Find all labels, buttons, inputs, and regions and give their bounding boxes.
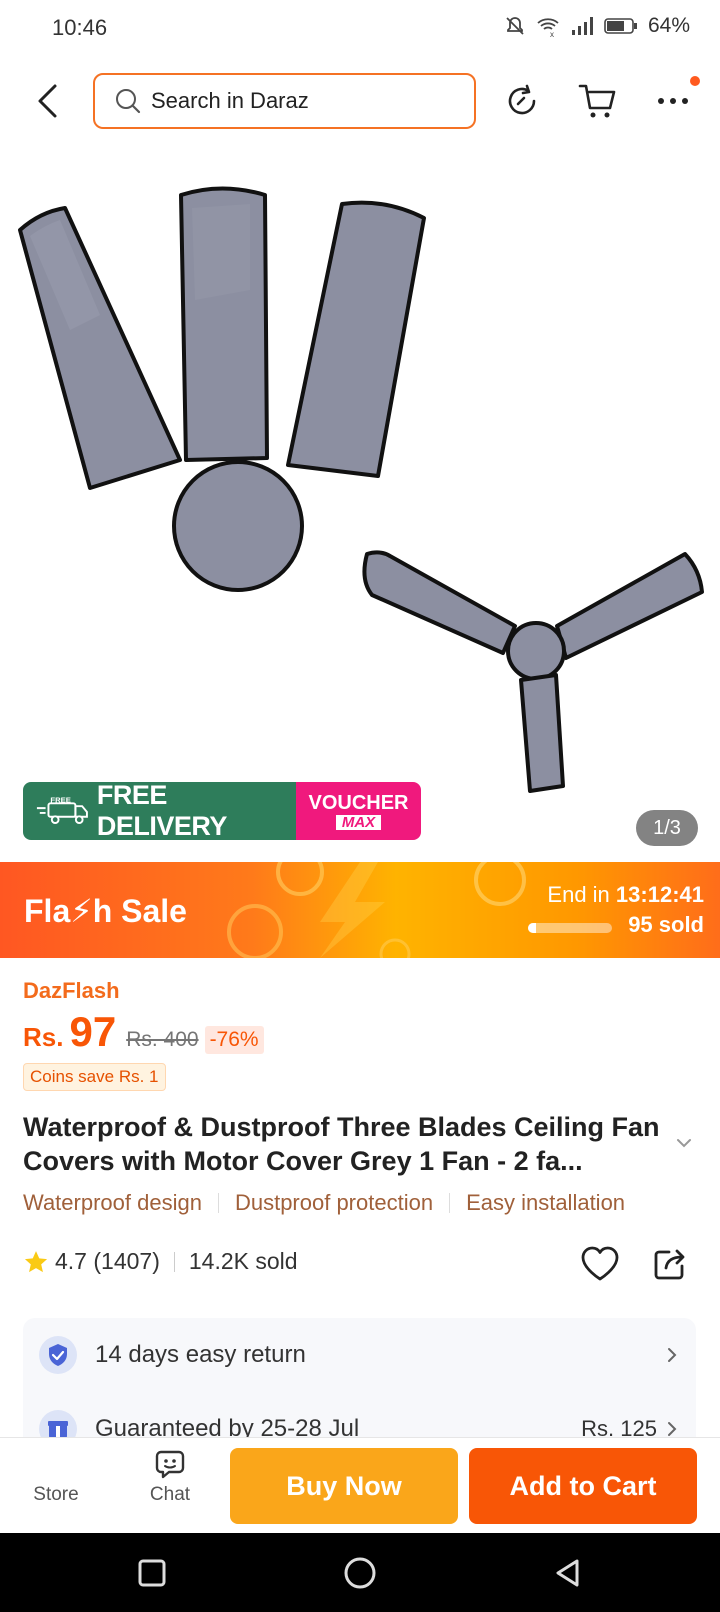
free-delivery-tag: FREE FREE DELIVERY bbox=[23, 782, 296, 840]
feature-divider bbox=[449, 1193, 451, 1213]
original-price: Rs. 400 bbox=[126, 1028, 199, 1051]
price-currency: Rs. bbox=[23, 1022, 64, 1052]
refresh-icon bbox=[508, 84, 536, 115]
add-to-cart-button[interactable]: Add to Cart bbox=[469, 1448, 697, 1524]
campaign-label: DazFlash bbox=[23, 978, 120, 1003]
review-count: (1407) bbox=[93, 1248, 160, 1274]
flash-sale-banner[interactable]: Fla⚡h Sale End in 13:12:41 95 sold bbox=[0, 862, 720, 958]
system-navigation-bar bbox=[0, 1533, 720, 1612]
delivery-truck-icon: FREE bbox=[36, 796, 88, 824]
more-button[interactable] bbox=[650, 76, 700, 124]
search-input[interactable]: Search in Daraz bbox=[93, 73, 476, 129]
product-image-gallery[interactable] bbox=[0, 140, 720, 860]
countdown-label: End in bbox=[547, 882, 610, 907]
flash-sale-progress-fill bbox=[528, 923, 537, 933]
top-bar: Search in Daraz bbox=[0, 70, 720, 132]
coins-save-badge[interactable]: Coins save Rs. 1 bbox=[23, 1063, 166, 1091]
signal-icon bbox=[571, 17, 593, 35]
share-icon[interactable] bbox=[652, 1246, 688, 1282]
chevron-down-icon[interactable] bbox=[676, 1138, 692, 1148]
home-button[interactable] bbox=[340, 1553, 380, 1593]
search-icon bbox=[116, 89, 141, 114]
product-title[interactable]: Waterproof & Dustproof Three Blades Ceil… bbox=[23, 1110, 663, 1178]
chevron-left-icon bbox=[38, 84, 57, 118]
recent-apps-button[interactable] bbox=[132, 1553, 172, 1593]
price-value: 97 bbox=[69, 1008, 117, 1055]
back-button[interactable] bbox=[30, 80, 64, 122]
star-icon bbox=[24, 1250, 48, 1272]
free-delivery-label: FREE DELIVERY bbox=[96, 782, 228, 840]
wifi-icon: x bbox=[537, 18, 559, 37]
status-time: 10:46 bbox=[52, 15, 108, 40]
rating-divider bbox=[173, 1251, 175, 1272]
store-label: Store bbox=[33, 1484, 79, 1505]
battery-icon bbox=[604, 18, 637, 34]
image-counter: 1/3 bbox=[636, 810, 698, 846]
svg-text:x: x bbox=[550, 30, 554, 37]
return-policy-row[interactable]: 14 days easy return bbox=[39, 1336, 689, 1374]
search-placeholder: Search in Daraz bbox=[151, 88, 309, 113]
rating-value: 4.7 bbox=[55, 1248, 87, 1274]
battery-percent: 64% bbox=[647, 14, 690, 37]
free-delivery-badge: FREE FREE DELIVERY VOUCHER MAX bbox=[23, 782, 421, 840]
notification-dot bbox=[690, 76, 700, 86]
history-button[interactable] bbox=[499, 78, 545, 124]
store-button[interactable]: Store bbox=[16, 1484, 96, 1506]
more-icon bbox=[658, 98, 688, 104]
bottom-action-bar: Store Chat Buy Now Add to Cart bbox=[0, 1437, 720, 1533]
status-icons: x 64% bbox=[504, 14, 690, 38]
wishlist-heart-icon[interactable] bbox=[580, 1245, 620, 1283]
price-row: Rs. 97 Rs. 400 -76% bbox=[23, 1008, 264, 1056]
feature-item: Dustproof protection bbox=[234, 1190, 434, 1215]
product-image bbox=[18, 186, 704, 793]
sold-count: 14.2K sold bbox=[188, 1248, 298, 1274]
chat-button[interactable]: Chat bbox=[130, 1448, 210, 1506]
flash-sale-countdown: End in 13:12:41 bbox=[547, 882, 704, 908]
feature-highlights: Waterproof design Dustproof protection E… bbox=[23, 1190, 720, 1216]
voucher-max-tag: VOUCHER MAX bbox=[296, 782, 421, 840]
return-policy-label: 14 days easy return bbox=[95, 1341, 306, 1368]
cart-button[interactable] bbox=[575, 78, 621, 124]
shield-check-icon bbox=[39, 1336, 77, 1374]
voucher-max-label: MAX bbox=[335, 814, 382, 830]
rating-row[interactable]: 4.7 (1407) 14.2K sold bbox=[23, 1248, 298, 1275]
countdown-time: 13:12:41 bbox=[615, 882, 704, 907]
feature-item: Waterproof design bbox=[23, 1190, 202, 1215]
flash-sale-sold: 95 sold bbox=[628, 912, 704, 937]
cart-icon bbox=[578, 84, 616, 118]
back-nav-button[interactable] bbox=[548, 1553, 588, 1593]
free-tag-label: FREE bbox=[50, 796, 71, 804]
chat-label: Chat bbox=[149, 1484, 191, 1505]
circle-icon bbox=[344, 1557, 376, 1589]
mute-icon bbox=[506, 17, 524, 35]
triangle-back-icon bbox=[556, 1559, 579, 1587]
feature-divider bbox=[217, 1193, 219, 1213]
chat-icon bbox=[155, 1450, 185, 1479]
chevron-right-icon bbox=[667, 1347, 677, 1363]
flash-sale-progress bbox=[528, 923, 612, 933]
flash-sale-title: Fla⚡h Sale bbox=[24, 893, 187, 929]
feature-item: Easy installation bbox=[466, 1190, 626, 1215]
status-bar: 10:46 x 64% bbox=[0, 0, 720, 60]
chevron-right-icon bbox=[668, 1422, 677, 1436]
voucher-label: VOUCHER bbox=[308, 791, 409, 814]
discount-badge: -76% bbox=[204, 1026, 264, 1054]
square-icon bbox=[138, 1559, 166, 1587]
buy-now-button[interactable]: Buy Now bbox=[230, 1448, 458, 1524]
